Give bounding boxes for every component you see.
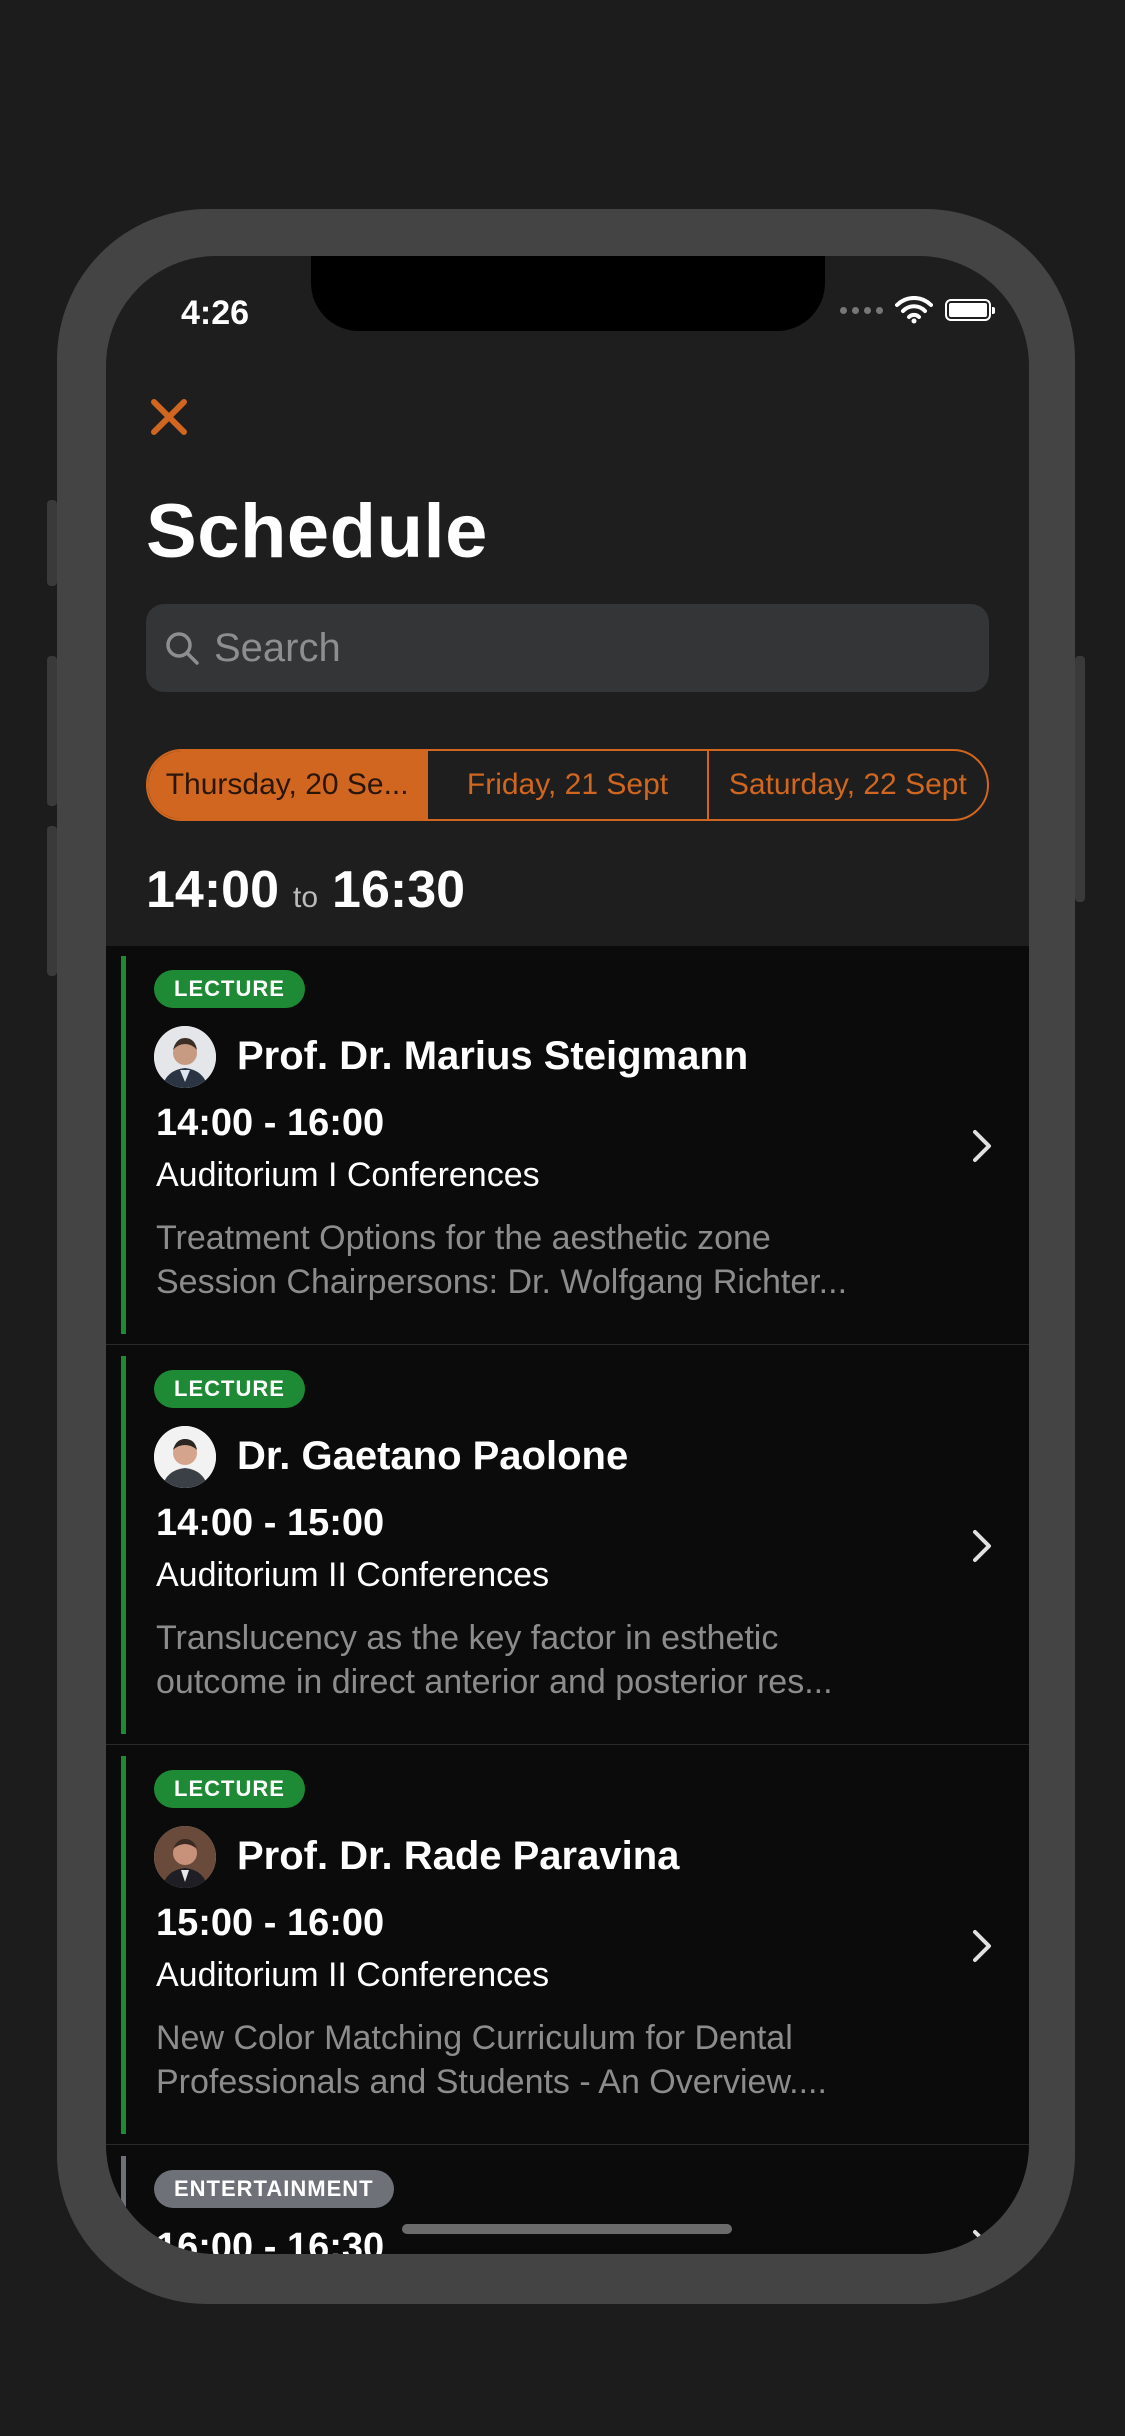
time-slot-header: 14:00 to 16:30 [146,860,465,920]
description-line: New Color Matching Curriculum for Dental [156,2019,793,2057]
session-type-bar [121,956,126,1334]
description-line: outcome in direct anterior and posterior… [156,1663,833,1701]
session-description: New Color Matching Curriculum for Dental… [156,2016,916,2104]
session-time: 16:00 - 16:30 [156,2226,385,2254]
slot-to: to [293,881,319,914]
session-badge: LECTURE [154,1770,305,1808]
day-segmented-control: Thursday, 20 Se... Friday, 21 Sept Satur… [146,749,989,821]
session-room: Auditorium II Conferences [156,1556,550,1594]
wifi-icon [895,296,933,324]
session-description: Treatment Options for the aesthetic zone… [156,1216,916,1304]
speaker-name: Dr. Gaetano Paolone [237,1434,629,1478]
session-card[interactable]: ENTERTAINMENT 16:00 - 16:30 [106,2146,1029,2254]
session-type-bar [121,1356,126,1734]
chevron-right-icon [973,2230,991,2254]
power-button [1075,656,1085,902]
home-indicator[interactable] [402,2224,732,2234]
signal-icon [840,306,883,314]
speaker-avatar [154,1826,216,1888]
session-badge: LECTURE [154,970,305,1008]
chevron-right-icon [973,1930,991,1962]
status-time: 4:26 [181,294,250,332]
search-input[interactable]: Search [146,604,989,692]
session-card[interactable]: LECTURE Prof. Dr. Marius Steigmann 14:00… [106,946,1029,1345]
app-screen: 4:26 Schedule Search Thursday, 20 Se... … [106,256,1029,2254]
session-time: 14:00 - 15:00 [156,1502,385,1544]
speaker-name: Prof. Dr. Marius Steigmann [237,1034,749,1078]
mute-switch [47,500,57,586]
tab-thursday[interactable]: Thursday, 20 Se... [148,751,429,819]
chevron-right-icon [973,1530,991,1562]
search-icon [166,632,199,665]
session-description: Translucency as the key factor in esthet… [156,1616,916,1704]
search-placeholder: Search [214,625,341,670]
notch [311,256,825,331]
session-time: 15:00 - 16:00 [156,1902,385,1944]
speaker-avatar [154,1426,216,1488]
speaker-name: Prof. Dr. Rade Paravina [237,1834,680,1878]
close-icon [151,399,187,435]
session-list: LECTURE Prof. Dr. Marius Steigmann 14:00… [106,946,1029,2254]
session-type-bar [121,1756,126,2134]
tab-friday[interactable]: Friday, 21 Sept [428,751,709,819]
session-badge: ENTERTAINMENT [154,2170,394,2208]
description-line: Professionals and Students - An Overview… [156,2063,827,2101]
session-room: Auditorium I Conferences [156,1156,540,1194]
session-card[interactable]: LECTURE Dr. Gaetano Paolone 14:00 - 15:0… [106,1346,1029,1745]
volume-down-button [47,826,57,976]
description-line: Session Chairpersons: Dr. Wolfgang Richt… [156,1263,848,1301]
battery-icon [945,299,995,321]
close-button[interactable] [148,396,190,438]
speaker-avatar [154,1026,216,1088]
session-time: 14:00 - 16:00 [156,1102,385,1144]
session-card[interactable]: LECTURE Prof. Dr. Rade Paravina 15:00 - … [106,1746,1029,2145]
session-type-bar [121,2156,126,2254]
tab-saturday[interactable]: Saturday, 22 Sept [709,751,987,819]
status-indicators [840,296,995,324]
description-line: Treatment Options for the aesthetic zone [156,1219,771,1257]
session-room: Auditorium II Conferences [156,1956,550,1994]
chevron-right-icon [973,1130,991,1162]
volume-up-button [47,656,57,806]
description-line: Translucency as the key factor in esthet… [156,1619,779,1657]
session-badge: LECTURE [154,1370,305,1408]
slot-end: 16:30 [332,861,466,919]
page-title: Schedule [146,489,488,574]
slot-start: 14:00 [146,861,279,919]
